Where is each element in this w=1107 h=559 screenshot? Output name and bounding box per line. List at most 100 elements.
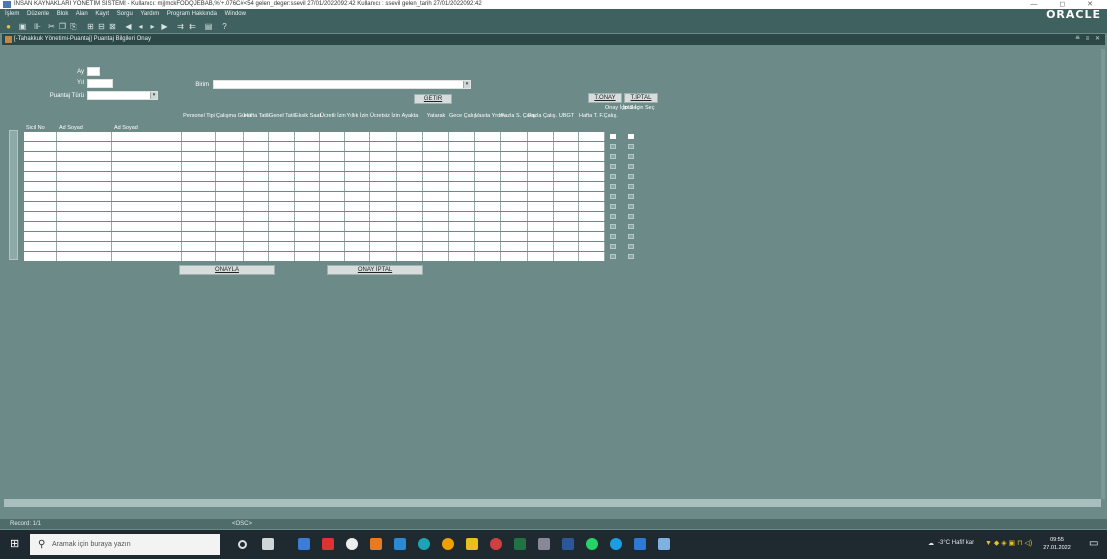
menu-window[interactable]: Window — [225, 11, 246, 17]
cell-hafta-tatili[interactable] — [244, 252, 269, 261]
cell-gece-calis[interactable] — [449, 172, 475, 181]
onay-checkbox[interactable] — [610, 224, 616, 229]
cell-fazla-calis[interactable] — [528, 162, 554, 171]
cell-sicil-no[interactable] — [24, 222, 57, 231]
cell-ayakta[interactable] — [397, 172, 423, 181]
cell-sicil-no[interactable] — [24, 202, 57, 211]
cell-ad-soyad[interactable] — [57, 222, 112, 231]
cell-ad-soyad[interactable] — [57, 132, 112, 141]
cell-genel-tatil[interactable] — [269, 252, 295, 261]
cell-yillik-izin[interactable] — [345, 222, 370, 231]
cell-ubgt[interactable] — [554, 212, 579, 221]
cell-ayakta[interactable] — [397, 242, 423, 251]
cell-ad-soyad[interactable] — [57, 192, 112, 201]
iptal-checkbox[interactable] — [628, 174, 634, 179]
cell-ad-soyad-2[interactable] — [112, 152, 182, 161]
menu-duzenle[interactable]: Düzenle — [27, 11, 49, 17]
cell-ayakta[interactable] — [397, 222, 423, 231]
getir-button[interactable]: GETİR — [414, 94, 452, 104]
cell-ayakta[interactable] — [397, 192, 423, 201]
cell-hafta-t-f-calis[interactable] — [579, 182, 605, 191]
cell-eksik-saat[interactable] — [295, 142, 320, 151]
cell-calisma-gunu[interactable] — [216, 222, 244, 231]
cell-eksik-saat[interactable] — [295, 202, 320, 211]
cell-calisma-gunu[interactable] — [216, 132, 244, 141]
cell-hafta-tatili[interactable] — [244, 202, 269, 211]
cell-fazla-s-calis[interactable] — [501, 192, 528, 201]
cell-vasita-yrdm[interactable] — [475, 232, 501, 241]
taskbar-app-icon[interactable] — [298, 538, 310, 550]
edge-icon[interactable] — [418, 538, 430, 550]
cell-ad-soyad[interactable] — [57, 252, 112, 261]
cell-genel-tatil[interactable] — [269, 202, 295, 211]
onay-checkbox[interactable] — [610, 184, 616, 189]
onay-checkbox[interactable] — [610, 254, 616, 259]
cell-calisma-gunu[interactable] — [216, 242, 244, 251]
cell-ucretsiz-izin[interactable] — [370, 242, 397, 251]
t-iptal-button[interactable]: T.İPTAL — [624, 93, 658, 103]
cell-fazla-calis[interactable] — [528, 242, 554, 251]
cell-ucretli-izin[interactable] — [320, 252, 345, 261]
cell-personel-tipi[interactable] — [182, 222, 216, 231]
cell-fazla-calis[interactable] — [528, 232, 554, 241]
cell-hafta-t-f-calis[interactable] — [579, 192, 605, 201]
cell-yatarak[interactable] — [423, 172, 449, 181]
close-form-icon[interactable]: ⊪ — [33, 22, 42, 31]
iptal-checkbox[interactable] — [628, 154, 634, 159]
cell-ad-soyad-2[interactable] — [112, 252, 182, 261]
onayla-button[interactable]: ONAYLA — [179, 265, 275, 275]
cell-yatarak[interactable] — [423, 252, 449, 261]
internet-explorer-icon[interactable] — [634, 538, 646, 550]
cell-eksik-saat[interactable] — [295, 172, 320, 181]
cell-eksik-saat[interactable] — [295, 222, 320, 231]
cell-ad-soyad[interactable] — [57, 182, 112, 191]
cell-personel-tipi[interactable] — [182, 212, 216, 221]
cell-gece-calis[interactable] — [449, 152, 475, 161]
cell-ad-soyad[interactable] — [57, 212, 112, 221]
enter-query-icon[interactable]: ⊞ — [86, 22, 95, 31]
insert-record-icon[interactable]: ⇉ — [176, 22, 185, 31]
cell-calisma-gunu[interactable] — [216, 212, 244, 221]
copy-icon[interactable]: ❐ — [58, 22, 67, 31]
cell-genel-tatil[interactable] — [269, 132, 295, 141]
cell-ad-soyad[interactable] — [57, 142, 112, 151]
taskbar-app-icon[interactable] — [538, 538, 550, 550]
cell-personel-tipi[interactable] — [182, 162, 216, 171]
whatsapp-icon[interactable] — [586, 538, 598, 550]
taskbar-app-icon[interactable] — [394, 538, 406, 550]
cell-vasita-yrdm[interactable] — [475, 162, 501, 171]
cell-fazla-s-calis[interactable] — [501, 222, 528, 231]
cell-eksik-saat[interactable] — [295, 162, 320, 171]
menu-kayit[interactable]: Kayıt — [95, 11, 109, 17]
cell-yatarak[interactable] — [423, 192, 449, 201]
prev-record-icon[interactable]: ◂ — [136, 22, 145, 31]
last-record-icon[interactable]: ▶ — [160, 22, 169, 31]
cell-genel-tatil[interactable] — [269, 192, 295, 201]
cell-yatarak[interactable] — [423, 142, 449, 151]
cell-ucretsiz-izin[interactable] — [370, 172, 397, 181]
cell-hafta-t-f-calis[interactable] — [579, 212, 605, 221]
cell-ubgt[interactable] — [554, 152, 579, 161]
onay-checkbox[interactable] — [610, 164, 616, 169]
cell-sicil-no[interactable] — [24, 192, 57, 201]
dropdown-arrow-icon[interactable]: ▾ — [463, 81, 470, 88]
cell-hafta-t-f-calis[interactable] — [579, 172, 605, 181]
cell-hafta-t-f-calis[interactable] — [579, 152, 605, 161]
iptal-checkbox[interactable] — [628, 144, 634, 149]
cell-gece-calis[interactable] — [449, 232, 475, 241]
horizontal-scrollbar[interactable] — [4, 499, 1101, 507]
cell-yatarak[interactable] — [423, 162, 449, 171]
cell-ad-soyad[interactable] — [57, 162, 112, 171]
cell-ucretsiz-izin[interactable] — [370, 162, 397, 171]
cell-ucretli-izin[interactable] — [320, 142, 345, 151]
next-record-icon[interactable]: ▸ — [148, 22, 157, 31]
cell-ubgt[interactable] — [554, 242, 579, 251]
cell-hafta-t-f-calis[interactable] — [579, 132, 605, 141]
cell-hafta-tatili[interactable] — [244, 222, 269, 231]
cell-fazla-s-calis[interactable] — [501, 172, 528, 181]
cell-personel-tipi[interactable] — [182, 132, 216, 141]
grid-scrollbar[interactable] — [9, 130, 18, 260]
cancel-query-icon[interactable]: ⊠ — [108, 22, 117, 31]
iptal-checkbox[interactable] — [628, 224, 634, 229]
cell-gece-calis[interactable] — [449, 202, 475, 211]
